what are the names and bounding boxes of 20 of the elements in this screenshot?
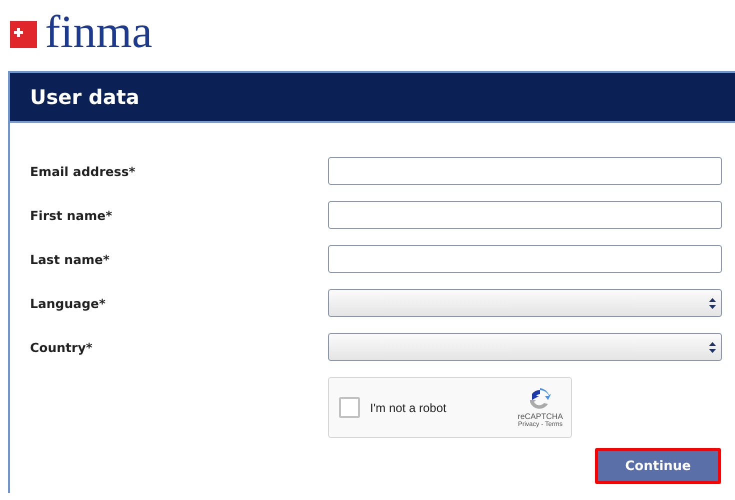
updown-arrows-icon: [709, 298, 716, 308]
recycle-arrows-icon: [528, 388, 552, 412]
logo-wordmark: finma: [45, 9, 152, 55]
field-label: First name*: [30, 208, 112, 222]
captcha-label: I'm not a robot: [370, 400, 448, 414]
captcha-checkbox[interactable]: [339, 397, 360, 418]
field-label: Language*: [30, 296, 106, 310]
captcha-brand: reCAPTCHA: [518, 412, 563, 420]
field-label: Email address*: [30, 164, 136, 178]
field-label: Country*: [30, 340, 92, 354]
field-label: Last name*: [30, 252, 110, 266]
page-title: User data: [30, 85, 140, 109]
swiss-flag-icon: [10, 20, 37, 48]
text-field[interactable]: [328, 201, 722, 229]
text-field[interactable]: [328, 157, 722, 185]
continue-button[interactable]: Continue: [595, 448, 721, 484]
updown-arrows-icon: [709, 342, 716, 352]
dropdown-field[interactable]: [328, 333, 722, 361]
text-field[interactable]: [328, 245, 722, 273]
dropdown-field[interactable]: [328, 289, 722, 317]
